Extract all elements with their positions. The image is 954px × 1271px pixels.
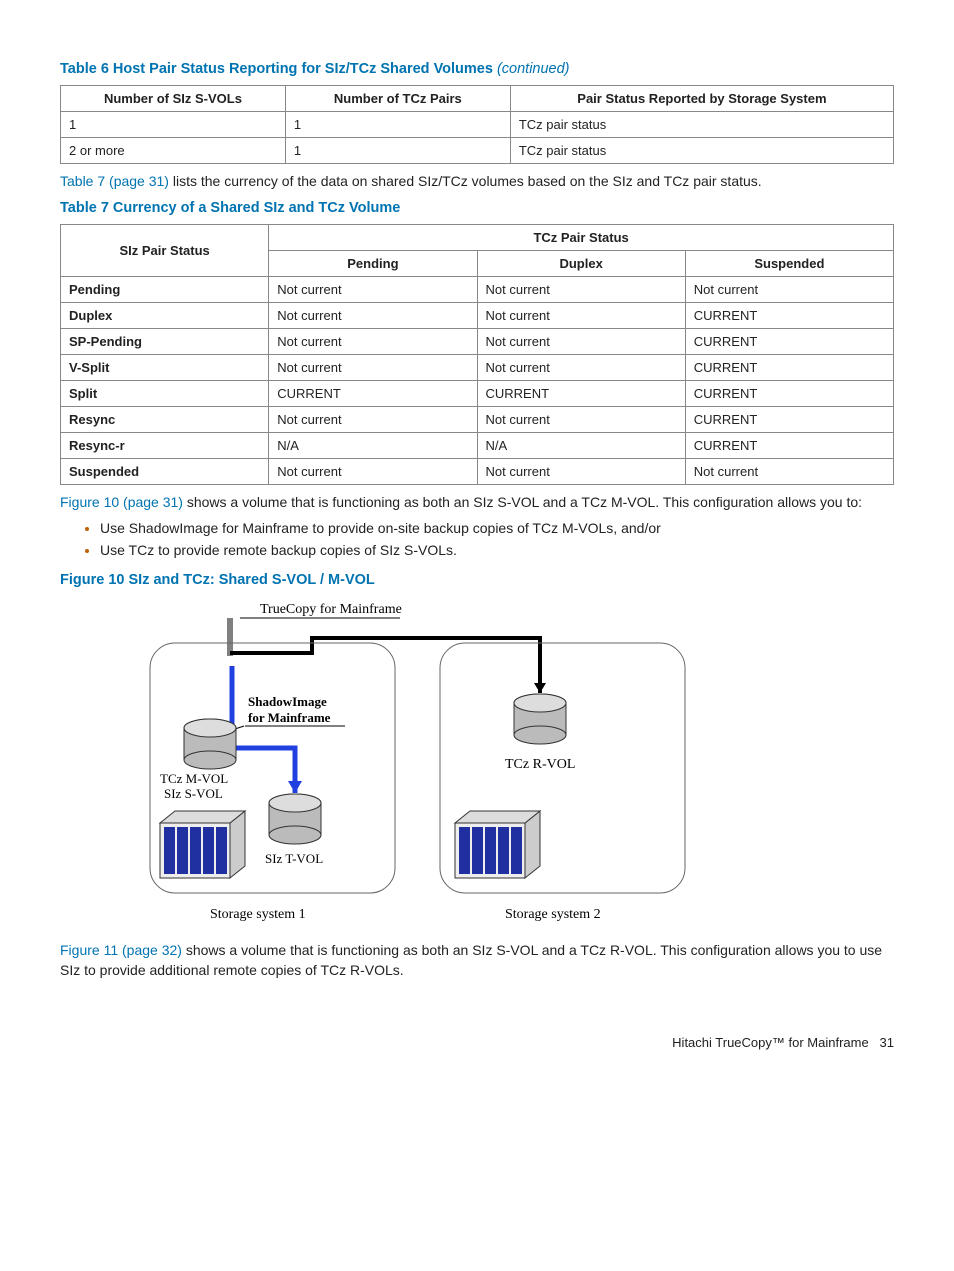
cylinder-rvol	[514, 694, 566, 744]
para-after-table7: Figure 10 (page 31) shows a volume that …	[60, 493, 894, 513]
list-item: Use TCz to provide remote backup copies …	[100, 542, 894, 558]
figure10-title: Figure 10 SIz and TCz: Shared S-VOL / M-…	[60, 572, 894, 588]
fig-label-shadow1: ShadowImage	[248, 694, 327, 709]
table-cell: 2 or more	[61, 138, 286, 164]
table-cell: CURRENT	[685, 406, 893, 432]
table-cell: V-Split	[61, 354, 269, 380]
storage-rack-1	[160, 811, 245, 878]
t6-h2: Number of TCz Pairs	[285, 86, 510, 112]
table-cell: Resync-r	[61, 432, 269, 458]
page-footer: Hitachi TrueCopy™ for Mainframe 31	[60, 1035, 894, 1050]
t7-groupheader: TCz Pair Status	[269, 224, 894, 250]
figure10-diagram: TrueCopy for Mainframe ShadowImage for M…	[140, 598, 894, 931]
fig-label-rvol: TCz R-VOL	[505, 757, 575, 772]
table-cell: Suspended	[61, 458, 269, 484]
table-cell: Not current	[685, 276, 893, 302]
table-row: Resync-rN/AN/ACURRENT	[61, 432, 894, 458]
t7-sh3: Suspended	[685, 250, 893, 276]
table-cell: Duplex	[61, 302, 269, 328]
footer-text: Hitachi TrueCopy™ for Mainframe	[672, 1035, 869, 1050]
table-cell: TCz pair status	[510, 112, 893, 138]
table6-title-text: Table 6 Host Pair Status Reporting for S…	[60, 61, 497, 77]
table-cell: Split	[61, 380, 269, 406]
table-cell: Not current	[685, 458, 893, 484]
table-cell: Not current	[477, 302, 685, 328]
storage-rack-2	[455, 811, 540, 878]
table-row: DuplexNot currentNot currentCURRENT	[61, 302, 894, 328]
table-cell: CURRENT	[685, 354, 893, 380]
table-cell: SP-Pending	[61, 328, 269, 354]
bullet-list: Use ShadowImage for Mainframe to provide…	[60, 520, 894, 558]
table-cell: Resync	[61, 406, 269, 432]
table-cell: CURRENT	[685, 302, 893, 328]
table-cell: CURRENT	[477, 380, 685, 406]
table-row: 11TCz pair status	[61, 112, 894, 138]
table-cell: 1	[61, 112, 286, 138]
t6-h1: Number of SIz S-VOLs	[61, 86, 286, 112]
fig-label-tvol: SIz T-VOL	[265, 851, 323, 866]
table-cell: Not current	[269, 328, 477, 354]
table7: SIz Pair Status TCz Pair Status Pending …	[60, 224, 894, 485]
footer-page: 31	[880, 1035, 894, 1050]
table-cell: CURRENT	[685, 328, 893, 354]
table6-continued: (continued)	[497, 61, 570, 77]
table-row: SP-PendingNot currentNot currentCURRENT	[61, 328, 894, 354]
fig-label-mvol1: TCz M-VOL	[160, 771, 228, 786]
t7-sh2: Duplex	[477, 250, 685, 276]
table-cell: Not current	[477, 276, 685, 302]
table-cell: Not current	[477, 406, 685, 432]
table-cell: CURRENT	[685, 432, 893, 458]
para3-rest: shows a volume that is functioning as bo…	[60, 942, 882, 978]
table-row: PendingNot currentNot currentNot current	[61, 276, 894, 302]
fig-label-sys1: Storage system 1	[210, 907, 306, 922]
table-cell: N/A	[477, 432, 685, 458]
table-cell: Not current	[477, 354, 685, 380]
table-cell: Not current	[269, 458, 477, 484]
table-row: V-SplitNot currentNot currentCURRENT	[61, 354, 894, 380]
table-cell: N/A	[269, 432, 477, 458]
table-cell: Not current	[269, 406, 477, 432]
link-figure10[interactable]: Figure 10 (page 31)	[60, 494, 183, 510]
table6: Number of SIz S-VOLs Number of TCz Pairs…	[60, 85, 894, 164]
fig-label-shadow2: for Mainframe	[248, 710, 331, 725]
table-cell: Not current	[269, 276, 477, 302]
list-item: Use ShadowImage for Mainframe to provide…	[100, 520, 894, 536]
table-cell: Not current	[269, 354, 477, 380]
link-table7[interactable]: Table 7 (page 31)	[60, 173, 169, 189]
cylinder-mvol	[184, 719, 236, 769]
table-cell: 1	[285, 112, 510, 138]
table7-title: Table 7 Currency of a Shared SIz and TCz…	[60, 200, 894, 216]
table6-title: Table 6 Host Pair Status Reporting for S…	[60, 61, 894, 77]
para2-rest: shows a volume that is functioning as bo…	[183, 494, 862, 510]
table-row: 2 or more1TCz pair status	[61, 138, 894, 164]
table-row: ResyncNot currentNot currentCURRENT	[61, 406, 894, 432]
table-cell: Not current	[269, 302, 477, 328]
table-cell: Pending	[61, 276, 269, 302]
t7-sh1: Pending	[269, 250, 477, 276]
link-figure11[interactable]: Figure 11 (page 32)	[60, 942, 182, 958]
table-cell: 1	[285, 138, 510, 164]
table-cell: TCz pair status	[510, 138, 893, 164]
para-after-table6: Table 7 (page 31) lists the currency of …	[60, 172, 894, 192]
t6-h3: Pair Status Reported by Storage System	[510, 86, 893, 112]
table-row: SuspendedNot currentNot currentNot curre…	[61, 458, 894, 484]
para1-rest: lists the currency of the data on shared…	[169, 173, 762, 189]
table-cell: CURRENT	[269, 380, 477, 406]
table-cell: Not current	[477, 328, 685, 354]
table-cell: CURRENT	[685, 380, 893, 406]
cylinder-tvol	[269, 794, 321, 844]
fig-label-sys2: Storage system 2	[505, 907, 601, 922]
fig-label-top: TrueCopy for Mainframe	[260, 602, 402, 617]
table-cell: Not current	[477, 458, 685, 484]
fig-label-mvol2: SIz S-VOL	[164, 786, 223, 801]
t7-rowheader: SIz Pair Status	[61, 224, 269, 276]
table-row: SplitCURRENTCURRENTCURRENT	[61, 380, 894, 406]
para-after-figure10: Figure 11 (page 32) shows a volume that …	[60, 941, 894, 980]
